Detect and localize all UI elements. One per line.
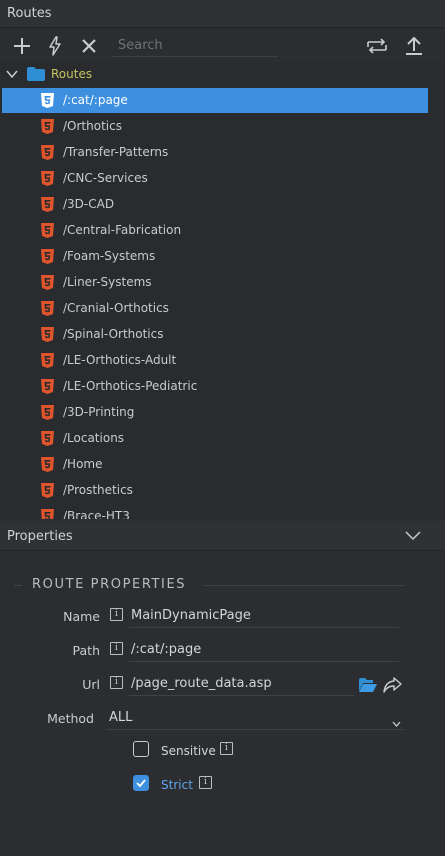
path-field[interactable]: /:cat/:page <box>131 642 201 657</box>
route-item-label: /CNC-Services <box>63 171 148 185</box>
search-input[interactable] <box>112 34 278 57</box>
add-icon[interactable] <box>11 35 33 57</box>
tree-root-label: Routes <box>51 67 93 81</box>
route-item-label: /3D-Printing <box>63 405 135 419</box>
lightning-icon[interactable] <box>44 35 66 57</box>
route-item-label: /LE-Orthotics-Adult <box>63 353 177 367</box>
share-icon[interactable] <box>382 676 402 697</box>
route-item[interactable]: /Central-Fabrication <box>0 218 445 244</box>
route-item[interactable]: /:cat/:page <box>0 88 445 114</box>
html5-icon <box>41 197 54 212</box>
route-item[interactable]: /Spinal-Orthotics <box>0 322 445 348</box>
route-item[interactable]: /Cranial-Orthotics <box>0 296 445 322</box>
route-item[interactable]: /Liner-Systems <box>0 270 445 296</box>
folder-open-icon[interactable] <box>359 678 377 695</box>
section-title: ROUTE PROPERTIES <box>32 577 187 592</box>
route-item[interactable]: /LE-Orthotics-Adult <box>0 348 445 374</box>
info-icon[interactable]: i <box>110 608 123 621</box>
tree-root-routes[interactable]: Routes <box>0 62 445 88</box>
html5-icon <box>41 301 54 316</box>
routes-toolbar <box>0 28 445 62</box>
info-icon[interactable]: i <box>110 676 123 689</box>
routes-panel-header: Routes <box>0 0 445 28</box>
close-icon[interactable] <box>78 35 100 57</box>
route-item-label: /Locations <box>63 431 125 445</box>
info-icon[interactable]: i <box>220 742 233 755</box>
url-field[interactable]: /page_route_data.asp <box>131 676 272 691</box>
route-item[interactable]: /3D-CAD <box>0 192 445 218</box>
properties-panel: ROUTE PROPERTIES Name i MainDynamicPage … <box>0 551 445 856</box>
strict-label: Strict <box>161 778 193 792</box>
method-label: Method <box>47 711 94 726</box>
upload-icon[interactable] <box>403 35 425 57</box>
html5-icon <box>41 171 54 186</box>
strict-checkbox[interactable] <box>133 775 149 791</box>
html5-icon <box>41 405 54 420</box>
route-item-label: /Home <box>63 457 103 471</box>
route-item-label: /Prosthetics <box>63 483 133 497</box>
html5-icon <box>41 379 54 394</box>
section-header: ROUTE PROPERTIES <box>14 577 404 593</box>
route-item[interactable]: /Prosthetics <box>0 478 445 504</box>
name-field[interactable]: MainDynamicPage <box>131 608 251 623</box>
route-item-label: /:cat/:page <box>63 93 128 107</box>
route-item[interactable]: /Home <box>0 452 445 478</box>
method-select[interactable]: ALL <box>109 710 132 725</box>
route-item[interactable]: /CNC-Services <box>0 166 445 192</box>
route-item-label: /Transfer-Patterns <box>63 145 169 159</box>
route-item-label: /3D-CAD <box>63 197 115 211</box>
html5-icon <box>41 431 54 446</box>
html5-icon <box>41 275 54 290</box>
chevron-down-icon[interactable] <box>6 68 18 82</box>
route-item-label: /Foam-Systems <box>63 249 156 263</box>
route-item-label: /Spinal-Orthotics <box>63 327 164 341</box>
route-item-label: /Central-Fabrication <box>63 223 182 237</box>
chevron-down-icon[interactable] <box>405 530 421 544</box>
info-icon[interactable]: i <box>199 776 212 789</box>
route-item[interactable]: /Orthotics <box>0 114 445 140</box>
html5-icon <box>41 119 54 134</box>
url-label: Url <box>82 677 100 692</box>
route-item[interactable]: /LE-Orthotics-Pediatric <box>0 374 445 400</box>
route-item[interactable]: /3D-Printing <box>0 400 445 426</box>
swap-icon[interactable] <box>365 35 389 57</box>
route-item[interactable]: /Transfer-Patterns <box>0 140 445 166</box>
html5-icon <box>41 223 54 238</box>
route-item[interactable]: /Foam-Systems <box>0 244 445 270</box>
html5-icon <box>41 509 54 519</box>
routes-tree: Routes /:cat/:page/Orthotics/Transfer-Pa… <box>0 62 445 519</box>
properties-panel-title: Properties <box>7 529 73 544</box>
route-item[interactable]: /Brace-HT3 <box>0 504 445 519</box>
name-label: Name <box>63 609 100 624</box>
html5-icon <box>41 145 54 160</box>
route-item-label: /Liner-Systems <box>63 275 152 289</box>
route-item-label: /LE-Orthotics-Pediatric <box>63 379 198 393</box>
route-item-label: /Cranial-Orthotics <box>63 301 169 315</box>
route-item-label: /Brace-HT3 <box>63 509 130 519</box>
html5-icon <box>41 93 54 108</box>
html5-icon <box>41 483 54 498</box>
html5-icon <box>41 457 54 472</box>
sensitive-checkbox[interactable] <box>133 741 149 757</box>
folder-icon <box>27 67 45 84</box>
routes-panel-title: Routes <box>7 6 52 21</box>
path-label: Path <box>72 643 100 658</box>
properties-panel-header[interactable]: Properties <box>0 521 445 551</box>
info-icon[interactable]: i <box>110 642 123 655</box>
html5-icon <box>41 249 54 264</box>
route-item[interactable]: /Locations <box>0 426 445 452</box>
route-item-label: /Orthotics <box>63 119 122 133</box>
html5-icon <box>41 353 54 368</box>
html5-icon <box>41 327 54 342</box>
sensitive-label: Sensitive <box>161 744 216 758</box>
chevron-down-icon[interactable] <box>392 716 401 730</box>
